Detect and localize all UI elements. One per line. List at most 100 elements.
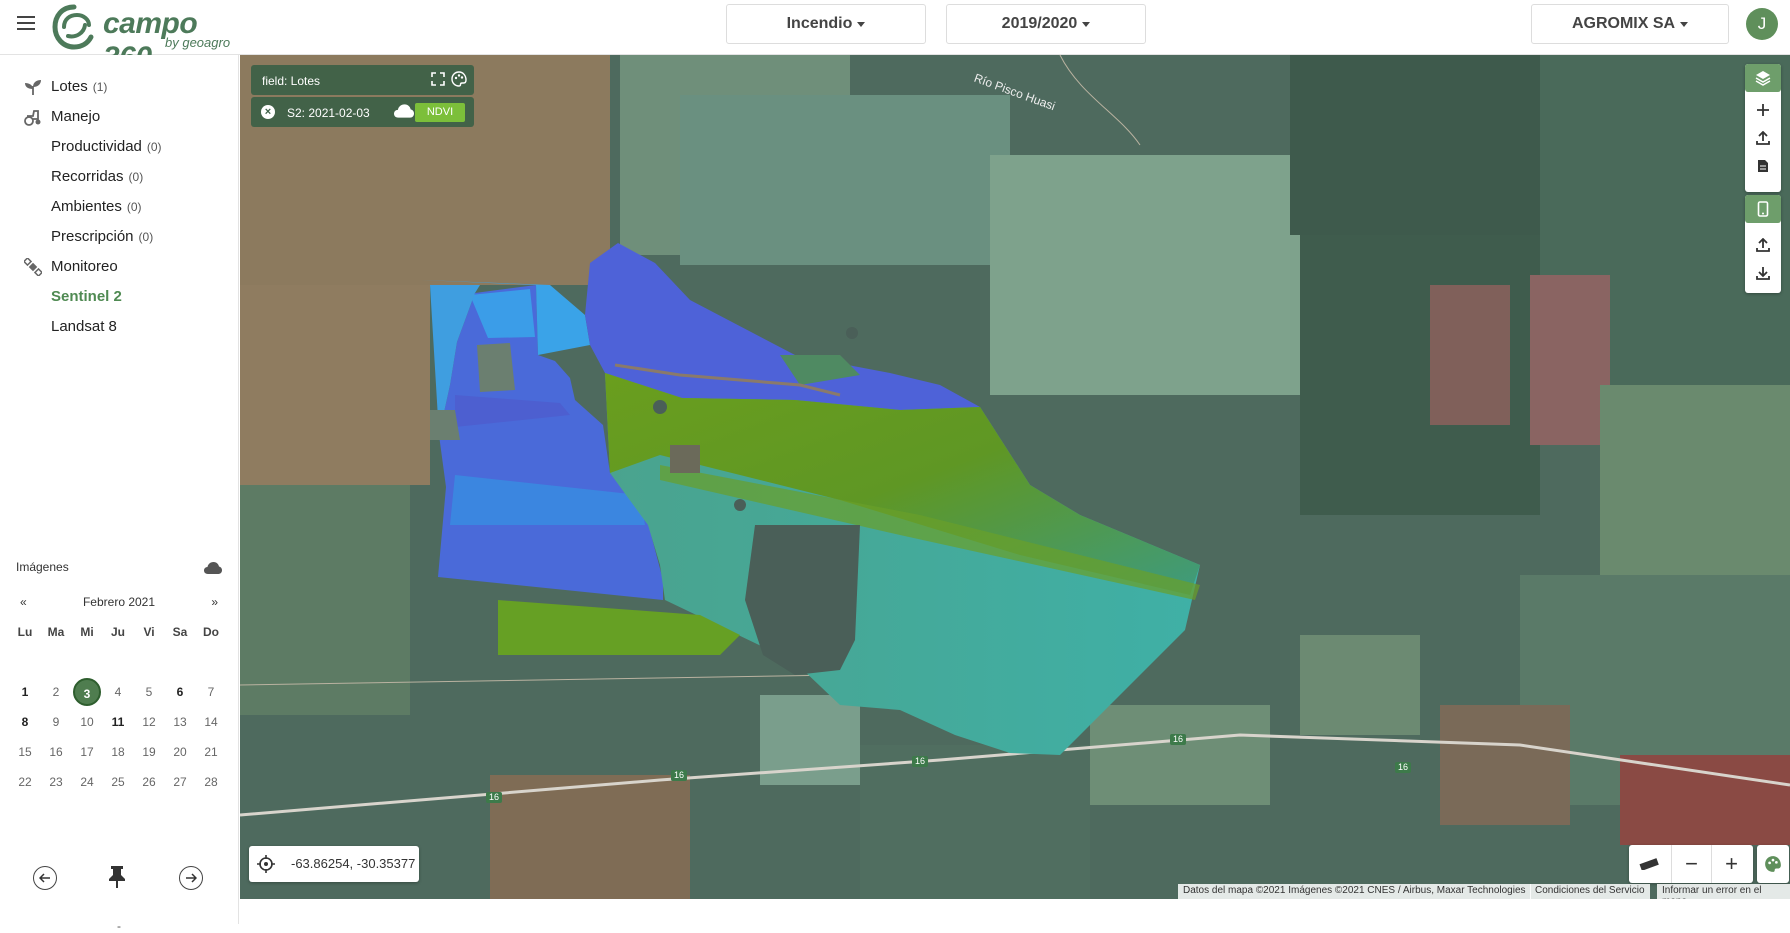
calendar-day[interactable]: 15 bbox=[10, 737, 40, 767]
calendar-day[interactable]: 16 bbox=[41, 737, 71, 767]
calendar-day[interactable]: 18 bbox=[103, 737, 133, 767]
event-dropdown-label: Incendio bbox=[786, 15, 853, 32]
calendar-day[interactable]: 23 bbox=[41, 767, 71, 797]
calendar-weekdays: Lu Ma Mi Ju Vi Sa Do bbox=[10, 617, 228, 647]
satellite-icon bbox=[24, 258, 42, 276]
company-dropdown[interactable]: AGROMIX SA bbox=[1531, 4, 1729, 44]
map-data-attribution: Datos del mapa ©2021 Imágenes ©2021 CNES… bbox=[1178, 884, 1531, 899]
hamburger-icon[interactable] bbox=[17, 16, 35, 32]
caret-down-icon bbox=[857, 21, 866, 27]
arrow-left-icon[interactable] bbox=[33, 866, 57, 890]
sidebar-item-prescripcion[interactable]: Prescripción (0) bbox=[0, 223, 239, 249]
cloud-icon[interactable] bbox=[204, 562, 222, 574]
calendar-day[interactable]: 12 bbox=[134, 707, 164, 737]
season-dropdown-label: 2019/2020 bbox=[1001, 15, 1078, 32]
expand-icon[interactable] bbox=[431, 72, 445, 86]
calendar-day[interactable]: 25 bbox=[103, 767, 133, 797]
calendar-weekday: Ju bbox=[110, 625, 125, 639]
calendar-day[interactable]: 1 bbox=[10, 677, 40, 707]
sidebar-footer-dash: - bbox=[117, 919, 121, 933]
calendar-day[interactable]: 19 bbox=[134, 737, 164, 767]
calendar-weekday: Do bbox=[203, 625, 219, 639]
sidebar-item-label: Monitoreo bbox=[51, 257, 118, 275]
ndvi-button[interactable]: NDVI bbox=[415, 103, 465, 122]
sidebar-item-manejo[interactable]: Manejo bbox=[0, 103, 239, 129]
map-tools-bottom bbox=[1745, 195, 1781, 293]
calendar-day[interactable]: 28 bbox=[196, 767, 226, 797]
calendar-day[interactable]: 20 bbox=[165, 737, 195, 767]
palette-icon[interactable] bbox=[1757, 845, 1789, 883]
caret-down-icon bbox=[1680, 21, 1689, 27]
calendar-day[interactable]: 9 bbox=[41, 707, 71, 737]
calendar-day[interactable]: 2 bbox=[41, 677, 71, 707]
sidebar-item-count: (1) bbox=[92, 79, 108, 94]
download-icon[interactable] bbox=[1745, 259, 1781, 287]
sidebar-item-monitoreo[interactable]: Monitoreo bbox=[0, 253, 239, 279]
sidebar-item-sentinel-2[interactable]: Sentinel 2 bbox=[0, 283, 239, 309]
calendar-next-month[interactable]: » bbox=[211, 595, 218, 609]
zoom-out-button[interactable]: − bbox=[1671, 845, 1711, 883]
sidebar-item-recorridas[interactable]: Recorridas (0) bbox=[0, 163, 239, 189]
calendar-week: 8 9 10 11 12 13 14 bbox=[10, 707, 228, 737]
file-icon[interactable] bbox=[1745, 152, 1781, 180]
calendar-day[interactable]: 11 bbox=[103, 707, 133, 737]
calendar-day[interactable]: 7 bbox=[196, 677, 226, 707]
crosshair-icon[interactable] bbox=[257, 855, 275, 873]
coordinates-box: -63.86254, -30.35377 bbox=[249, 846, 419, 882]
close-icon[interactable]: × bbox=[261, 105, 275, 119]
calendar-day[interactable]: 4 bbox=[103, 677, 133, 707]
event-dropdown[interactable]: Incendio bbox=[726, 4, 926, 44]
sidebar-item-label: Manejo bbox=[51, 107, 101, 125]
report-error-link[interactable]: Informar un error en el mapa bbox=[1657, 884, 1790, 899]
route-marker: 16 bbox=[1170, 734, 1187, 745]
calendar-day[interactable]: 13 bbox=[165, 707, 195, 737]
calendar-day-selected[interactable]: 3 bbox=[73, 678, 101, 706]
sidebar-item-landsat-8[interactable]: Landsat 8 bbox=[0, 313, 239, 339]
calendar-day[interactable]: 26 bbox=[134, 767, 164, 797]
palette-icon[interactable] bbox=[451, 71, 467, 87]
sidebar-item-label: Recorridas bbox=[51, 167, 124, 185]
user-avatar[interactable]: J bbox=[1746, 8, 1778, 40]
calendar-week: 1234567 bbox=[10, 677, 228, 707]
upload-icon[interactable] bbox=[1745, 231, 1781, 259]
calendar-day[interactable]: 21 bbox=[196, 737, 226, 767]
arrow-right-icon[interactable] bbox=[179, 866, 203, 890]
cloud-icon[interactable] bbox=[394, 104, 414, 118]
calendar-day[interactable]: 10 bbox=[72, 707, 102, 737]
ruler-icon[interactable] bbox=[1629, 845, 1669, 883]
calendar-day[interactable]: 5 bbox=[134, 677, 164, 707]
calendar-weekday: Sa bbox=[172, 625, 188, 639]
sidebar-item-label: Landsat 8 bbox=[51, 317, 117, 335]
mobile-icon[interactable] bbox=[1745, 195, 1781, 223]
season-dropdown[interactable]: 2019/2020 bbox=[946, 4, 1146, 44]
sidebar-item-label: Productividad bbox=[51, 137, 142, 155]
upload-icon[interactable] bbox=[1745, 124, 1781, 152]
sidebar-item-productividad[interactable]: Productividad (0) bbox=[0, 133, 239, 159]
terms-link[interactable]: Condiciones del Servicio bbox=[1530, 884, 1650, 899]
layers-icon[interactable] bbox=[1745, 64, 1781, 92]
calendar-day[interactable]: 17 bbox=[72, 737, 102, 767]
sidebar-item-ambientes[interactable]: Ambientes (0) bbox=[0, 193, 239, 219]
map-view[interactable]: Río Pisco Huasi 16 16 16 16 16 field: Lotes … bbox=[240, 55, 1790, 899]
map-attribution: Datos del mapa ©2021 Imágenes ©2021 CNES… bbox=[240, 884, 1790, 899]
layer-panel: × S2: 2021-02-03 NDVI bbox=[251, 97, 474, 127]
caret-down-icon bbox=[1082, 21, 1091, 27]
calendar: « Febrero 2021 » Lu Ma Mi Ju Vi Sa Do 12345678… bbox=[10, 595, 228, 797]
brand-logo[interactable]: campo 360 by geoagro bbox=[50, 3, 250, 74]
calendar-day[interactable]: 22 bbox=[10, 767, 40, 797]
zoom-in-button[interactable]: + bbox=[1711, 845, 1751, 883]
sidebar-item-lotes[interactable]: Lotes (1) bbox=[0, 73, 239, 99]
coordinates-text: -63.86254, -30.35377 bbox=[291, 856, 416, 871]
logo-mark-icon bbox=[52, 4, 94, 50]
calendar-day[interactable]: 27 bbox=[165, 767, 195, 797]
calendar-day[interactable]: 24 bbox=[72, 767, 102, 797]
satellite-imagery[interactable] bbox=[240, 55, 1790, 899]
calendar-day[interactable]: 6 bbox=[165, 677, 195, 707]
calendar-day[interactable]: 14 bbox=[196, 707, 226, 737]
calendar-weekday: Ma bbox=[47, 625, 65, 639]
plus-icon[interactable] bbox=[1745, 96, 1781, 124]
pin-icon[interactable] bbox=[107, 865, 127, 889]
calendar-day[interactable]: 8 bbox=[10, 707, 40, 737]
sidebar-item-label: Sentinel 2 bbox=[51, 287, 122, 305]
field-label: field: Lotes bbox=[262, 74, 321, 88]
